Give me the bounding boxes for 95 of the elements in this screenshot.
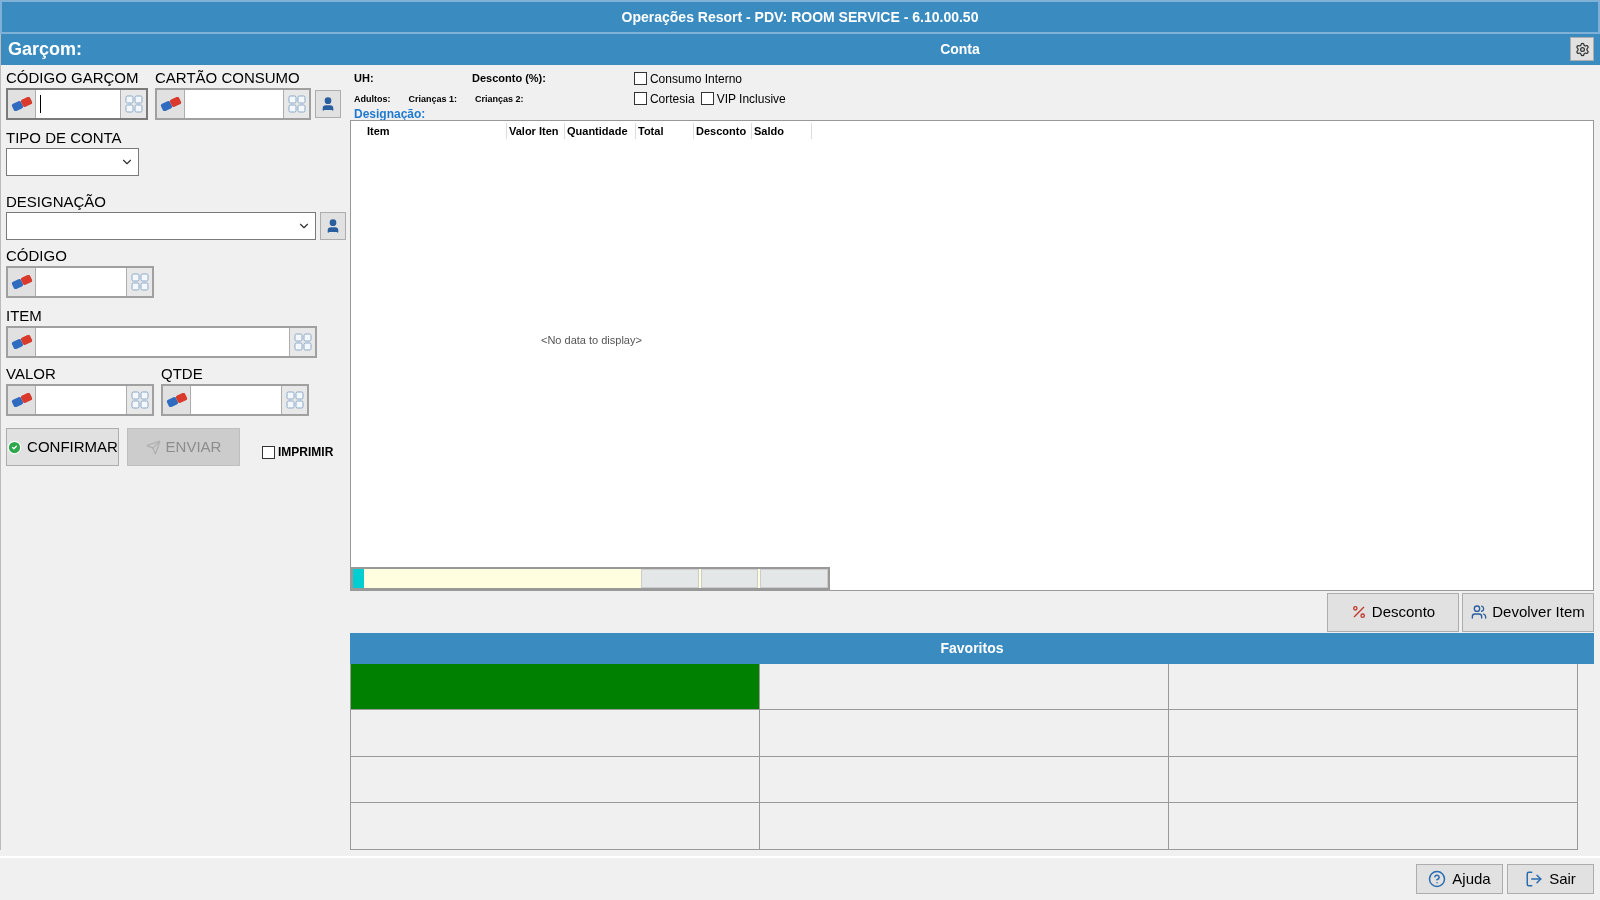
text-caret	[40, 95, 41, 113]
keyboard-icon	[124, 95, 143, 113]
eraser-icon	[10, 275, 33, 289]
person-icon	[320, 96, 336, 112]
dropdown-field[interactable]	[6, 212, 316, 240]
favorite-tile[interactable]	[760, 710, 1169, 757]
dropdown-field[interactable]	[6, 148, 139, 176]
checkbox-label: IMPRIMIR	[278, 444, 334, 461]
column-header[interactable]: Total	[636, 122, 694, 140]
favorite-tile[interactable]	[1169, 803, 1578, 850]
text-input-field[interactable]	[6, 266, 154, 298]
favorite-tile[interactable]	[1169, 663, 1578, 711]
person-lookup-button[interactable]	[320, 212, 346, 240]
column-header[interactable]: Item	[365, 122, 507, 140]
account-header: Conta	[939, 39, 981, 59]
text-input-field[interactable]	[161, 384, 309, 416]
favorite-tile[interactable]	[351, 710, 760, 757]
discount-label: Desconto (%):	[472, 70, 546, 86]
guest-count-label: Adultos:	[354, 93, 391, 107]
waiter-header: Garçom:	[8, 38, 83, 61]
check-circle-icon	[7, 439, 23, 455]
uh-label: UH:	[354, 70, 375, 86]
keyboard-icon	[130, 273, 149, 291]
field-label: CÓDIGO GARÇOM	[6, 68, 140, 88]
favorites-header: Favoritos	[940, 638, 1004, 658]
help-icon	[1428, 870, 1447, 888]
eraser-icon	[165, 393, 188, 407]
checkbox-label: Consumo Interno	[649, 70, 742, 88]
field-label: VALOR	[6, 364, 57, 384]
eraser-icon	[10, 393, 33, 407]
person-icon	[325, 218, 341, 234]
action-button[interactable]: CONFIRMAR	[6, 428, 119, 466]
eraser-icon	[10, 97, 33, 111]
window-title: Operações Resort - PDV: ROOM SERVICE - 6.10.00.50	[621, 7, 979, 27]
field-label: QTDE	[161, 364, 204, 384]
action-button[interactable]: Devolver Item	[1462, 592, 1594, 632]
text-input-field[interactable]	[6, 384, 154, 416]
keyboard-button[interactable]	[289, 328, 315, 356]
field-label: TIPO DE CONTA	[6, 128, 123, 148]
keyboard-icon	[293, 333, 312, 351]
field-label: CARTÃO CONSUMO	[155, 68, 301, 88]
favorite-tile[interactable]	[351, 663, 760, 711]
favorite-tile[interactable]	[760, 803, 1169, 850]
eraser-button[interactable]	[8, 90, 36, 118]
keyboard-button[interactable]	[283, 90, 309, 118]
eraser-button[interactable]	[8, 328, 36, 356]
person-lookup-button[interactable]	[315, 90, 341, 118]
footer-button[interactable]: Sair	[1507, 864, 1594, 894]
eraser-icon	[10, 335, 33, 349]
keyboard-button[interactable]	[126, 268, 152, 296]
field-label: CÓDIGO	[6, 246, 68, 266]
keyboard-icon	[285, 391, 304, 409]
checkbox-label: Cortesia	[649, 90, 695, 108]
send-icon	[145, 439, 161, 455]
empty-grid-message: <No data to display>	[541, 332, 642, 348]
favorite-tile[interactable]	[760, 756, 1169, 804]
column-header[interactable]: Saldo	[752, 122, 812, 140]
favorite-tile[interactable]	[760, 663, 1169, 711]
people-icon	[1471, 604, 1488, 621]
guest-count-label: Crianças 2:	[475, 93, 524, 107]
eraser-button[interactable]	[8, 386, 36, 414]
eraser-button[interactable]	[157, 90, 185, 118]
keyboard-button[interactable]	[281, 386, 307, 414]
text-input-field[interactable]	[155, 88, 311, 120]
checkbox[interactable]	[633, 72, 647, 86]
designation-label: Designação:	[354, 106, 427, 121]
column-header[interactable]: Valor Iten	[507, 122, 565, 140]
text-input-field[interactable]	[6, 326, 317, 358]
settings-icon	[1574, 41, 1590, 57]
checkbox-label: VIP Inclusive	[716, 90, 786, 108]
exit-icon	[1525, 870, 1544, 888]
checkbox[interactable]	[262, 445, 275, 459]
column-header[interactable]: Desconto	[694, 122, 752, 140]
settings-button[interactable]	[1570, 37, 1594, 62]
eraser-button[interactable]	[163, 386, 191, 414]
column-header[interactable]: Quantidade	[565, 122, 636, 140]
percent-icon	[1350, 604, 1367, 621]
checkbox[interactable]	[700, 92, 714, 106]
text-input-field[interactable]	[6, 88, 148, 120]
keyboard-button[interactable]	[126, 386, 152, 414]
eraser-icon	[159, 97, 182, 111]
checkbox[interactable]	[633, 92, 647, 106]
eraser-button[interactable]	[8, 268, 36, 296]
action-button[interactable]: Desconto	[1327, 592, 1459, 632]
favorite-tile[interactable]	[1169, 710, 1578, 757]
favorite-tile[interactable]	[351, 756, 760, 804]
field-label: DESIGNAÇÃO	[6, 192, 108, 212]
footer-button[interactable]: Ajuda	[1416, 864, 1503, 894]
keyboard-button[interactable]	[120, 90, 146, 118]
field-label: ITEM	[6, 306, 43, 326]
favorite-tile[interactable]	[1169, 756, 1578, 804]
favorite-tile[interactable]	[351, 803, 760, 850]
keyboard-icon	[287, 95, 306, 113]
keyboard-icon	[130, 391, 149, 409]
guest-count-label: Crianças 1:	[408, 93, 458, 107]
